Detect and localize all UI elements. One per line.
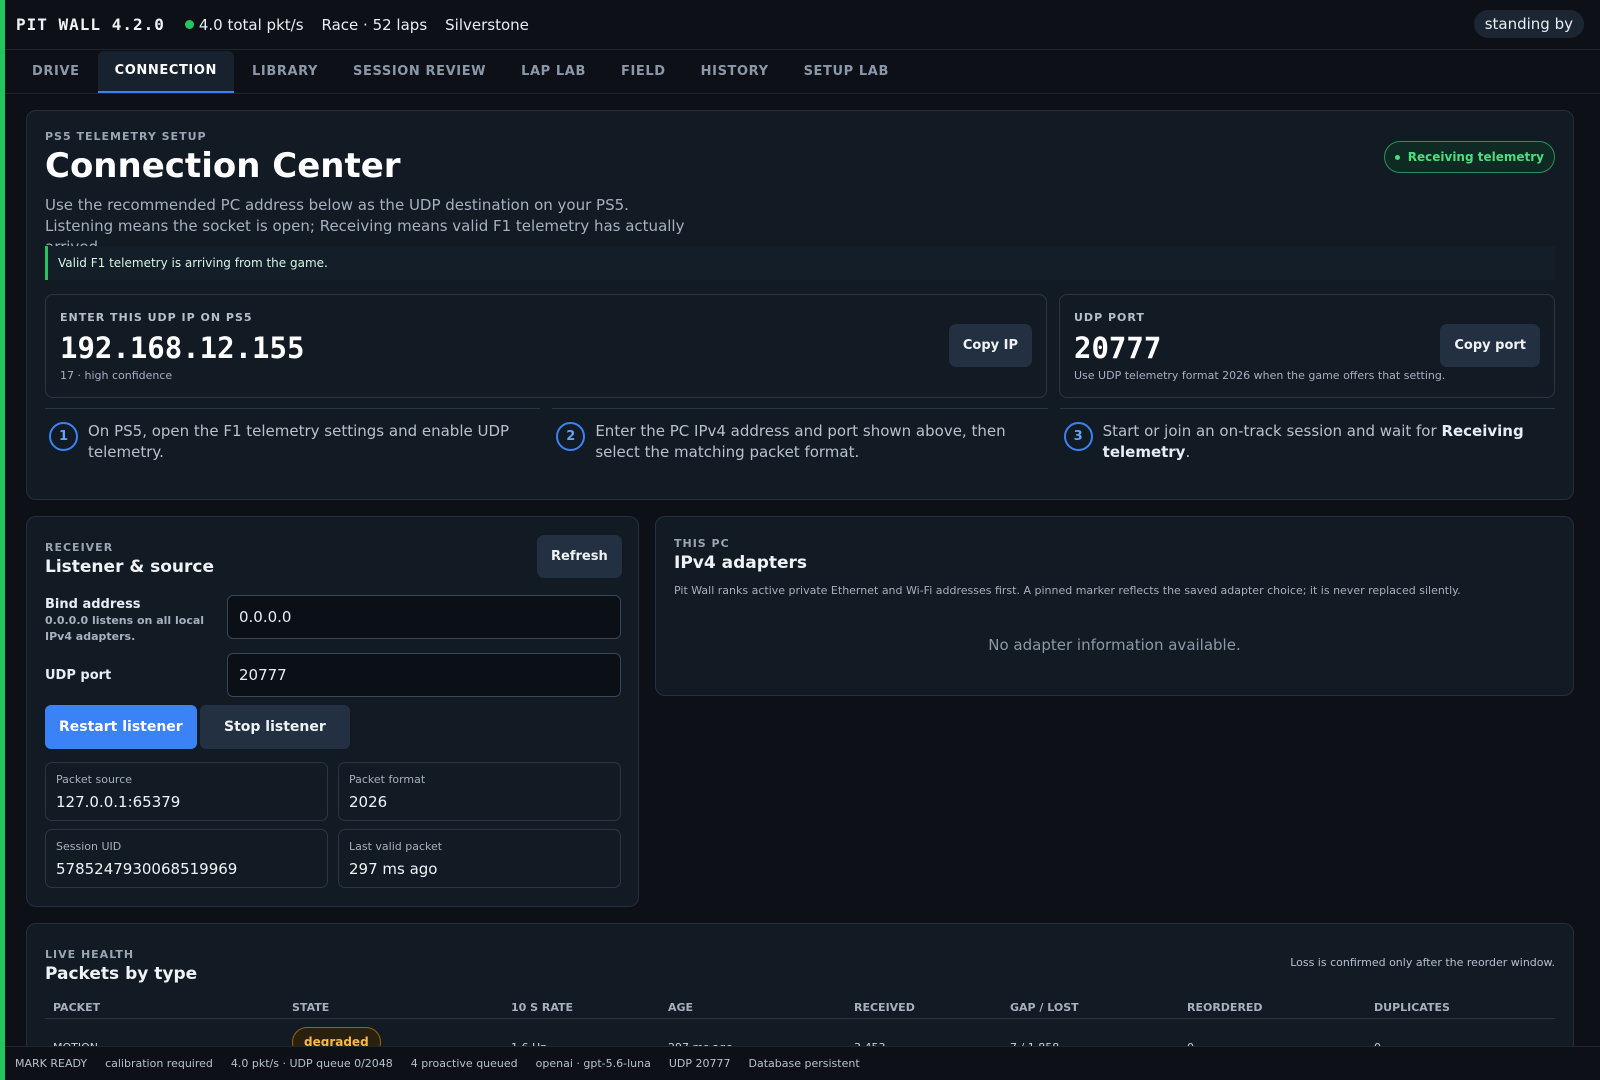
copy-port-button[interactable]: Copy port [1440,324,1540,367]
this-pc-eyebrow: THIS PC [674,537,730,550]
column-header-duplicates: DUPLICATES [1374,1001,1450,1014]
status-item: 4 proactive queued [410,1057,518,1070]
status-item: MARK READY [15,1057,88,1070]
step-number-icon: 1 [49,422,78,451]
column-header-packet: PACKET [53,1001,101,1014]
step-text-end: . [1185,443,1191,461]
receiving-badge: Receiving telemetry [1383,141,1555,173]
session-type: Race · 52 laps [321,15,428,34]
udp-port-note: Use UDP telemetry format 2026 when the g… [1074,369,1446,382]
step-text: Enter the PC IPv4 address and port shown… [595,422,1006,461]
column-header-received: RECEIVED [854,1001,915,1014]
udp-port-box: UDP PORT 20777 Use UDP telemetry format … [1059,294,1555,398]
step-text: On PS5, open the F1 telemetry settings a… [88,422,510,461]
tab-drive[interactable]: DRIVE [15,51,97,93]
top-bar: PIT WALL 4.2.0 4.0 total pkt/s Race · 52… [5,0,1600,50]
column-header-age: AGE [668,1001,694,1014]
udp-ip-box: ENTER THIS UDP IP ON PS5 192.168.12.155 … [45,294,1047,398]
tab-connection[interactable]: CONNECTION [97,50,235,93]
section-eyebrow: PS5 TELEMETRY SETUP [45,130,207,143]
column-header-rate: 10 S RATE [511,1001,574,1014]
status-item: UDP 20777 [668,1057,731,1070]
status-item: 4.0 pkt/s · UDP queue 0/2048 [230,1057,393,1070]
this-pc-card: THIS PC IPv4 adapters Pit Wall ranks act… [655,516,1574,696]
step-text: Start or join an on-track session and wa… [1103,421,1555,478]
live-health-title: Packets by type [45,964,198,984]
udp-port-field-label: UDP port [45,668,112,683]
app-title: PIT WALL 4.2.0 [16,15,165,34]
receiver-eyebrow: RECEIVER [45,541,114,554]
page-title: Connection Center [45,146,401,186]
column-header-gap-lost: GAP / LOST [1010,1001,1079,1014]
loss-note: Loss is confirmed only after the reorder… [1290,956,1555,969]
connection-center-card: PS5 TELEMETRY SETUP Connection Center Us… [26,110,1574,500]
this-pc-description: Pit Wall ranks active private Ethernet a… [674,584,1461,597]
status-item: openai · gpt-5.6-luna [535,1057,651,1070]
status-dot-icon [1394,154,1400,160]
status-dot-icon [184,20,194,29]
packet-rate-text: 4.0 total pkt/s [198,15,304,34]
stat-session-uid: Session UID 5785247930068519969 [45,829,328,888]
column-header-state: STATE [292,1001,330,1014]
setup-step: 1 On PS5, open the F1 telemetry settings… [45,408,541,478]
left-accent-bar [0,0,5,1080]
stop-listener-button[interactable]: Stop listener [200,705,350,749]
live-health-eyebrow: LIVE HEALTH [45,948,135,961]
tab-field[interactable]: FIELD [604,51,683,93]
stat-packet-source: Packet source 127.0.0.1:65379 [45,762,328,821]
status-bar: MARK READY calibration required 4.0 pkt/… [5,1046,1600,1080]
stat-packet-format: Packet format 2026 [338,762,621,821]
stat-last-valid-packet: Last valid packet 297 ms ago [338,829,621,888]
packet-rate: 4.0 total pkt/s [184,15,304,34]
stat-label: Session UID [56,840,122,853]
status-item: calibration required [105,1057,213,1070]
tab-setup-lab[interactable]: SETUP LAB [787,51,906,93]
tab-history[interactable]: HISTORY [684,51,786,93]
stat-value: 127.0.0.1:65379 [56,793,181,811]
setup-step: 2 Enter the PC IPv4 address and port sho… [552,408,1048,478]
tab-lap-lab[interactable]: LAP LAB [504,51,603,93]
main-tabs: DRIVE CONNECTION LIBRARY SESSION REVIEW … [5,50,1600,94]
refresh-button[interactable]: Refresh [537,535,622,578]
bind-address-input[interactable]: 0.0.0.0 [227,595,621,639]
tab-session-review[interactable]: SESSION REVIEW [336,51,503,93]
udp-ip-value: 192.168.12.155 [60,331,305,365]
column-header-reordered: REORDERED [1187,1001,1263,1014]
tab-library[interactable]: LIBRARY [235,51,335,93]
bind-address-help: 0.0.0.0 listens on all local IPv4 adapte… [45,614,205,643]
udp-ip-label: ENTER THIS UDP IP ON PS5 [60,311,253,324]
bind-address-label: Bind address [45,597,141,612]
setup-step: 3 Start or join an on-track session and … [1059,408,1555,478]
step-number-icon: 3 [1063,422,1093,451]
setup-steps: 1 On PS5, open the F1 telemetry settings… [45,408,1555,478]
status-item: Database persistent [748,1057,860,1070]
empty-state: No adapter information available. [988,636,1241,654]
receiver-card: RECEIVER Listener & source Refresh Bind … [26,516,639,907]
copy-ip-button[interactable]: Copy IP [948,324,1032,367]
stat-label: Packet source [56,773,133,786]
udp-port-label: UDP PORT [1074,311,1145,324]
restart-listener-button[interactable]: Restart listener [45,705,197,749]
status-badge: standing by [1473,10,1584,38]
stat-label: Last valid packet [349,840,443,853]
telemetry-alert: Valid F1 telemetry is arriving from the … [45,246,1555,280]
stat-value: 297 ms ago [349,860,438,878]
udp-ip-note: 17 · high confidence [60,369,173,382]
stat-label: Packet format [349,773,426,786]
receiving-badge-label: Receiving telemetry [1407,150,1544,164]
udp-port-input[interactable]: 20777 [227,653,621,697]
step-text-start: Start or join an on-track session and wa… [1102,422,1442,440]
stat-value: 5785247930068519969 [56,860,238,878]
step-number-icon: 2 [556,422,586,451]
receiver-title: Listener & source [45,557,215,577]
stat-value: 2026 [349,793,388,811]
this-pc-title: IPv4 adapters [674,553,808,573]
table-divider [45,1018,1555,1019]
track-name: Silverstone [445,15,529,34]
udp-port-value: 20777 [1074,331,1162,365]
